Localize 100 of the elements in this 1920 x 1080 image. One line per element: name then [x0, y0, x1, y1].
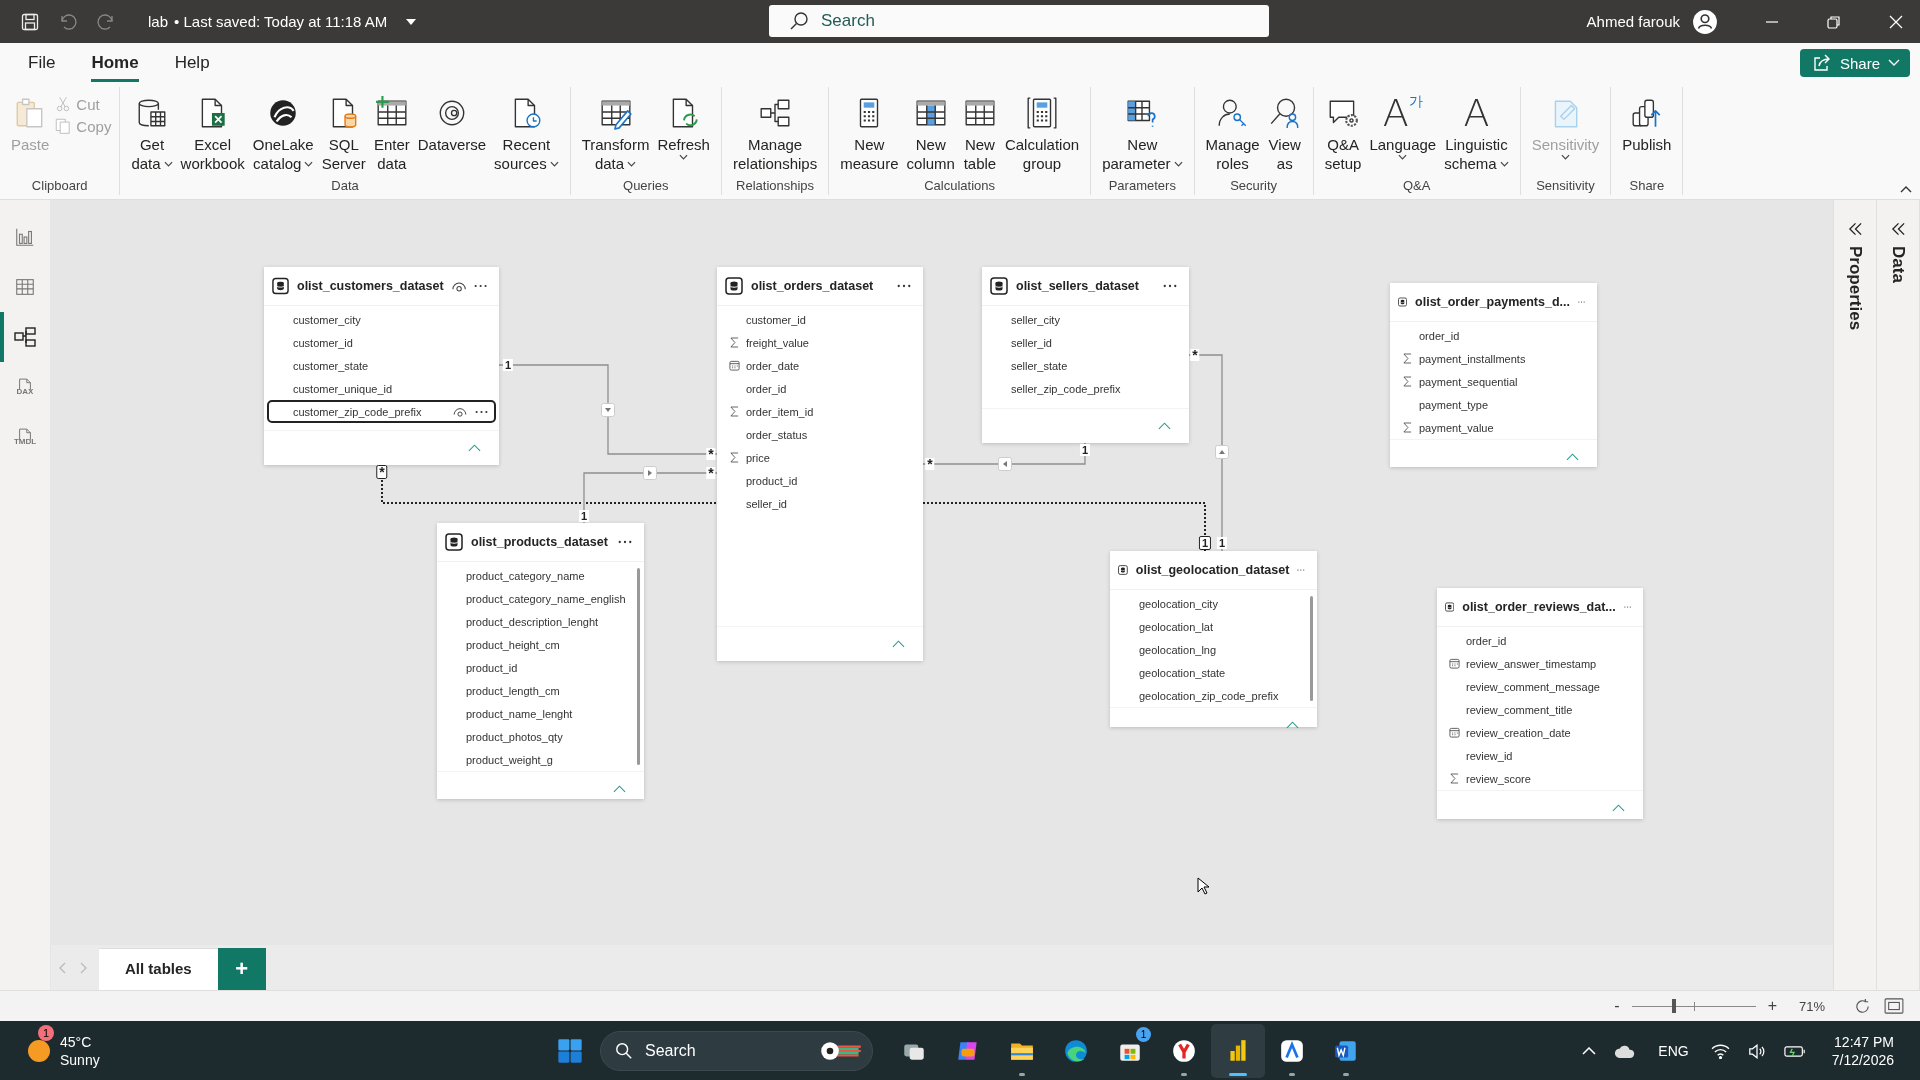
- field-row[interactable]: product_height_cm: [440, 633, 634, 656]
- field-row[interactable]: review_score: [1440, 767, 1640, 790]
- field-row[interactable]: review_id: [1440, 744, 1640, 767]
- field-row[interactable]: order_item_id: [720, 400, 920, 423]
- more-icon[interactable]: [475, 409, 488, 414]
- field-row[interactable]: customer_city: [267, 308, 496, 331]
- field-row[interactable]: geolocation_lat: [1113, 615, 1307, 638]
- avatar-icon[interactable]: [1692, 8, 1718, 35]
- caret-icon[interactable]: [405, 17, 418, 26]
- wifi-icon[interactable]: [1710, 1043, 1730, 1059]
- windows-start-icon[interactable]: [556, 1037, 584, 1065]
- field-row[interactable]: geolocation_city: [1113, 592, 1307, 615]
- view-button[interactable]: TMDL: [0, 412, 46, 462]
- more-icon[interactable]: [1163, 284, 1177, 288]
- ribbon-button[interactable]: Excel workbook: [177, 93, 248, 173]
- ribbon-button[interactable]: Dataverse: [414, 93, 490, 154]
- field-row[interactable]: geolocation_state: [1113, 661, 1307, 684]
- taskbar-app[interactable]: [1211, 1024, 1265, 1078]
- field-row[interactable]: payment_installments: [1393, 347, 1594, 370]
- field-row[interactable]: product_category_name: [440, 564, 634, 587]
- ribbon-button[interactable]: View as: [1264, 93, 1305, 173]
- scrollbar[interactable]: [637, 568, 640, 765]
- fit-page-icon[interactable]: [1884, 998, 1904, 1014]
- field-row[interactable]: payment_type: [1393, 393, 1594, 416]
- view-button[interactable]: DAX: [0, 362, 46, 412]
- scrollbar[interactable]: [1310, 596, 1313, 701]
- field-row[interactable]: review_comment_title: [1440, 698, 1640, 721]
- field-row[interactable]: seller_id: [720, 492, 920, 515]
- clock-time[interactable]: 12:47 PM: [1834, 1033, 1894, 1051]
- field-row[interactable]: payment_value: [1393, 416, 1594, 439]
- expand-icon[interactable]: [1847, 222, 1863, 236]
- field-row[interactable]: seller_state: [985, 354, 1186, 377]
- field-row[interactable]: product_name_lenght: [440, 702, 634, 725]
- field-row[interactable]: product_description_lenght: [440, 610, 634, 633]
- ribbon-button[interactable]: Manage relationships: [729, 93, 821, 173]
- field-row[interactable]: customer_unique_id: [267, 377, 496, 400]
- page-tab[interactable]: All tables: [99, 948, 218, 990]
- add-page-button[interactable]: +: [217, 948, 266, 990]
- field-row[interactable]: seller_id: [985, 331, 1186, 354]
- table-card[interactable]: olist_sellers_dataset seller_city seller_id seller_state seller_zip_code_prefix: [982, 267, 1189, 443]
- relationship-line[interactable]: [381, 479, 584, 504]
- taskbar-search-field[interactable]: Search: [600, 1031, 873, 1071]
- sun-icon[interactable]: [28, 1040, 50, 1062]
- save-icon[interactable]: [20, 11, 40, 32]
- field-row[interactable]: customer_state: [267, 354, 496, 377]
- zoom-out-button[interactable]: -: [1614, 997, 1620, 1015]
- ribbon-button[interactable]: Manage roles: [1202, 93, 1263, 173]
- field-row[interactable]: customer_zip_code_prefix: [267, 400, 496, 423]
- eye-icon[interactable]: [453, 406, 467, 417]
- field-row[interactable]: price: [720, 446, 920, 469]
- expand-icon[interactable]: [1890, 222, 1906, 236]
- field-row[interactable]: payment_sequential: [1393, 370, 1594, 393]
- taskbar-app[interactable]: 1: [1103, 1024, 1157, 1078]
- field-row[interactable]: geolocation_zip_code_prefix: [1113, 684, 1307, 707]
- cloud-icon[interactable]: [1614, 1043, 1637, 1059]
- ribbon-button[interactable]: New parameter: [1099, 93, 1186, 173]
- ribbon-button[interactable]: OneLake catalog: [249, 93, 317, 173]
- ribbon-button[interactable]: New column: [903, 93, 958, 173]
- ribbon-button[interactable]: Enter data: [370, 93, 413, 173]
- table-card[interactable]: olist_orders_dataset customer_id freight_value order_date order_id order_item_id order_status price product_id seller_id: [717, 267, 923, 661]
- more-icon[interactable]: [473, 284, 487, 288]
- redo-icon[interactable]: [96, 11, 116, 32]
- menu-tab[interactable]: File: [28, 44, 56, 82]
- battery-icon[interactable]: [1783, 1044, 1806, 1058]
- field-row[interactable]: freight_value: [720, 331, 920, 354]
- ribbon-button[interactable]: A Linguistic schema: [1441, 93, 1512, 173]
- clock-date[interactable]: 7/12/2026: [1831, 1051, 1894, 1069]
- search-field[interactable]: Search: [769, 5, 1269, 37]
- field-row[interactable]: review_comment_message: [1440, 675, 1640, 698]
- ribbon-button[interactable]: SQL Server: [318, 93, 369, 173]
- ribbon-button[interactable]: Recent sources: [491, 93, 562, 173]
- field-row[interactable]: review_creation_date: [1440, 721, 1640, 744]
- field-row[interactable]: product_photos_qty: [440, 725, 634, 748]
- field-row[interactable]: seller_zip_code_prefix: [985, 377, 1186, 400]
- field-row[interactable]: customer_id: [720, 308, 920, 331]
- field-row[interactable]: order_id: [720, 377, 920, 400]
- eye-icon[interactable]: [451, 280, 466, 292]
- ribbon-button[interactable]: Q&A setup: [1321, 93, 1365, 173]
- share-button[interactable]: Share: [1799, 49, 1910, 77]
- field-row[interactable]: customer_id: [267, 331, 496, 354]
- ribbon-button[interactable]: Transform data: [578, 93, 653, 173]
- table-card[interactable]: olist_order_payments_d... order_id payment_installments payment_sequential payment_type payment_value: [1390, 283, 1597, 467]
- pane-title[interactable]: Properties: [1845, 246, 1865, 331]
- field-row[interactable]: order_id: [1393, 324, 1594, 347]
- field-row[interactable]: product_length_cm: [440, 679, 634, 702]
- ribbon-button[interactable]: New measure: [837, 93, 902, 173]
- field-row[interactable]: review_answer_timestamp: [1440, 652, 1640, 675]
- table-card[interactable]: olist_geolocation_dataset geolocation_city geolocation_lat geolocation_lng geolocation_state geolocation_zip_code_prefix: [1110, 551, 1317, 727]
- restore-icon[interactable]: [1826, 13, 1842, 30]
- zoom-in-button[interactable]: +: [1767, 997, 1777, 1015]
- ribbon-button[interactable]: Refresh: [654, 93, 713, 160]
- more-icon[interactable]: [897, 284, 911, 288]
- undo-icon[interactable]: [58, 11, 78, 32]
- field-row[interactable]: order_status: [720, 423, 920, 446]
- speaker-icon[interactable]: [1747, 1043, 1766, 1059]
- field-row[interactable]: product_id: [440, 656, 634, 679]
- table-card[interactable]: [437, 523, 644, 799]
- ribbon-button[interactable]: New table: [959, 93, 1000, 173]
- slider-thumb[interactable]: [1671, 999, 1676, 1013]
- language-indicator[interactable]: ENG: [1658, 1043, 1689, 1059]
